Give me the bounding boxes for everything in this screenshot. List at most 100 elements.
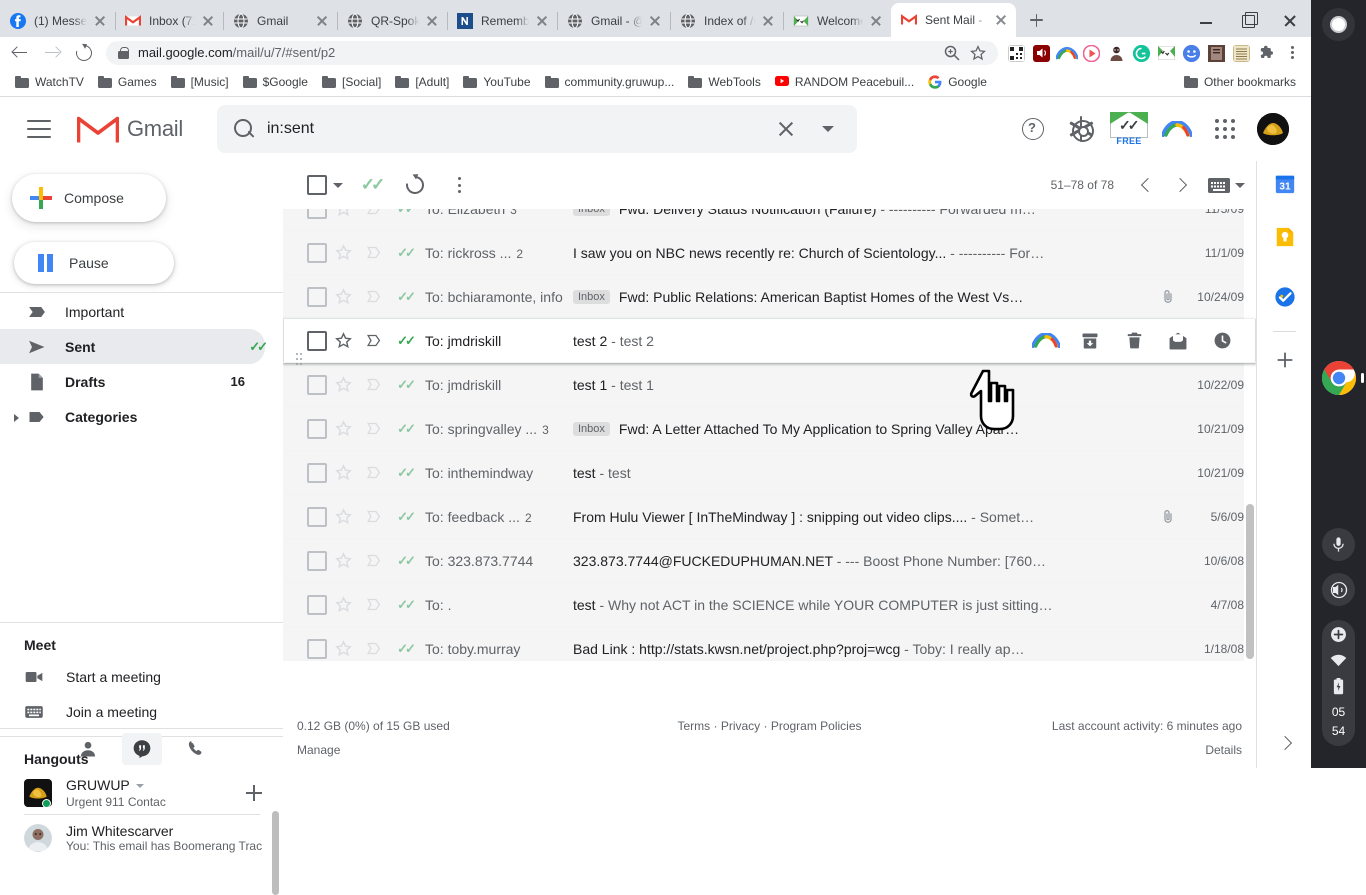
puzzle-icon[interactable] bbox=[1254, 41, 1279, 65]
close-icon[interactable] bbox=[533, 12, 551, 30]
bookmark-item[interactable]: community.gruwup... bbox=[538, 71, 682, 93]
row-checkbox[interactable] bbox=[307, 462, 327, 483]
bookmark-item[interactable]: [Music] bbox=[164, 71, 236, 93]
battery-icon[interactable] bbox=[1333, 678, 1344, 700]
wifi-icon[interactable] bbox=[1330, 654, 1347, 672]
list-scrollbar-thumb[interactable] bbox=[1246, 504, 1254, 659]
boomerang-icon[interactable] bbox=[1024, 321, 1068, 361]
bookmark-star-icon[interactable] bbox=[966, 41, 990, 65]
add-addon-icon[interactable] bbox=[1257, 336, 1312, 384]
notes-icon[interactable] bbox=[1204, 41, 1229, 65]
table-row-hovered[interactable]: ✓✓ To: jmdriskill test 2 - test 2 bbox=[283, 319, 1256, 365]
browser-tab[interactable]: Remember bbox=[447, 4, 557, 37]
hangouts-self-row[interactable]: GRUWUP Urgent 911 Contac bbox=[0, 772, 283, 814]
start-meeting-item[interactable]: Start a meeting bbox=[0, 659, 283, 694]
support-button[interactable]: ? bbox=[1009, 105, 1057, 153]
compose-button[interactable]: Compose bbox=[12, 174, 166, 222]
archive-icon[interactable] bbox=[1068, 321, 1112, 361]
table-row[interactable]: ✓✓ To: feedback ... 2 From Hulu Viewer [ … bbox=[283, 495, 1256, 539]
boomerang-check-icon[interactable]: ✓✓ bbox=[389, 369, 421, 401]
system-tray[interactable]: 05 54 bbox=[1322, 620, 1355, 746]
subject-cell[interactable]: test - Why not ACT in the SCIENCE while … bbox=[573, 597, 1160, 613]
table-row[interactable]: ✓✓ To: springvalley ... 3 Inbox Fwd: A Le… bbox=[283, 407, 1256, 451]
row-checkbox[interactable] bbox=[307, 374, 327, 395]
row-checkbox[interactable] bbox=[307, 209, 327, 219]
table-row[interactable]: ✓✓ To: inthemindway test - test 10/21/09 bbox=[283, 451, 1256, 495]
important-marker-icon[interactable] bbox=[359, 501, 389, 533]
table-row[interactable]: ✓✓ To: jmdriskill test 1 - test 1 10/22/… bbox=[283, 363, 1256, 407]
pause-button[interactable]: Pause bbox=[14, 242, 174, 284]
bookmark-item[interactable]: WatchTV bbox=[8, 71, 91, 93]
microphone-icon[interactable] bbox=[1322, 528, 1355, 561]
join-meeting-item[interactable]: Join a meeting bbox=[0, 694, 283, 729]
delete-icon[interactable] bbox=[1112, 321, 1156, 361]
other-bookmarks-button[interactable]: Other bookmarks bbox=[1177, 71, 1303, 93]
more-options-button[interactable] bbox=[437, 163, 481, 207]
subject-cell[interactable]: From Hulu Viewer [ InTheMindway ] : snip… bbox=[573, 509, 1160, 525]
subject-cell[interactable]: 323.873.7744@FUCKEDUPHUMAN.NET - --- Boo… bbox=[573, 553, 1160, 569]
star-icon[interactable] bbox=[327, 457, 359, 489]
bookmark-item[interactable]: YouTube bbox=[456, 71, 537, 93]
refresh-button[interactable] bbox=[393, 163, 437, 207]
star-icon[interactable] bbox=[327, 369, 359, 401]
close-window-button[interactable] bbox=[1269, 4, 1311, 37]
chevron-down-icon[interactable] bbox=[135, 783, 144, 788]
clipboard-icon[interactable] bbox=[1229, 41, 1254, 65]
input-tools-icon[interactable] bbox=[1208, 177, 1230, 193]
important-marker-icon[interactable] bbox=[359, 589, 389, 621]
search-options-icon[interactable] bbox=[807, 108, 849, 150]
mark-as-read-icon[interactable] bbox=[1156, 321, 1200, 361]
subject-cell[interactable]: test 2 - test 2 bbox=[573, 333, 1024, 349]
star-icon[interactable] bbox=[327, 209, 359, 225]
google-calendar-icon[interactable]: 31 bbox=[1257, 161, 1312, 207]
boomerang-check-icon[interactable]: ✓✓ bbox=[389, 413, 421, 445]
star-icon[interactable] bbox=[327, 633, 359, 662]
star-icon[interactable] bbox=[327, 237, 359, 269]
table-row[interactable]: ✓✓ To: . test - Why not ACT in the SCIEN… bbox=[283, 583, 1256, 627]
boomerang-check-icon[interactable]: ✓✓ bbox=[389, 325, 421, 357]
google-tasks-icon[interactable] bbox=[1257, 267, 1312, 327]
gmail-logo[interactable]: Gmail bbox=[76, 113, 183, 145]
boomerang-button[interactable] bbox=[1153, 105, 1201, 153]
avatar-icon[interactable] bbox=[1104, 41, 1129, 65]
subject-cell[interactable]: Bad Link : http://stats.kwsn.net/project… bbox=[573, 641, 1160, 657]
important-marker-icon[interactable] bbox=[359, 545, 389, 577]
star-icon[interactable] bbox=[327, 501, 359, 533]
add-icon[interactable] bbox=[1330, 626, 1347, 648]
important-marker-icon[interactable] bbox=[359, 633, 389, 662]
table-row[interactable]: ✓✓ To: rickross ... 2 I saw you on NBC ne… bbox=[283, 231, 1256, 275]
important-marker-icon[interactable] bbox=[359, 209, 389, 225]
row-checkbox[interactable] bbox=[307, 242, 327, 263]
boomerang-check-icon[interactable]: ✓✓ bbox=[389, 545, 421, 577]
row-checkbox[interactable] bbox=[307, 418, 327, 439]
subject-cell[interactable]: test 1 - test 1 bbox=[573, 377, 1160, 393]
star-icon[interactable] bbox=[327, 413, 359, 445]
boomerang-check-icon[interactable]: ✓✓ bbox=[389, 457, 421, 489]
close-icon[interactable] bbox=[992, 11, 1010, 29]
important-marker-icon[interactable] bbox=[359, 413, 389, 445]
boomerang-check-icon[interactable]: ✓✓ bbox=[389, 281, 421, 313]
important-marker-icon[interactable] bbox=[359, 369, 389, 401]
bookmark-item[interactable]: Google bbox=[921, 71, 994, 93]
browser-tab[interactable]: Gmail - @W bbox=[557, 4, 670, 37]
subject-cell[interactable]: Inbox Fwd: A Letter Attached To My Appli… bbox=[573, 421, 1160, 437]
expand-side-panel-icon[interactable] bbox=[1257, 726, 1312, 760]
star-icon[interactable] bbox=[327, 281, 359, 313]
browser-tab[interactable]: QR-Spoken- bbox=[337, 4, 447, 37]
close-icon[interactable] bbox=[423, 12, 441, 30]
phone-icon[interactable] bbox=[176, 733, 216, 765]
list-item[interactable]: Jim Whitescarver You: This email has Boo… bbox=[0, 811, 283, 895]
browser-tab-active[interactable]: Sent Mail - bbox=[891, 3, 1016, 37]
new-tab-button[interactable] bbox=[1022, 6, 1050, 34]
accessibility-icon[interactable] bbox=[1322, 573, 1355, 606]
boomerang-check-icon[interactable]: ✓✓ bbox=[389, 209, 421, 225]
row-checkbox[interactable] bbox=[307, 550, 327, 571]
row-checkbox[interactable] bbox=[307, 286, 327, 307]
hangouts-icon[interactable] bbox=[121, 732, 162, 765]
subject-cell[interactable]: Inbox Fwd: Delivery Status Notification … bbox=[573, 209, 1160, 217]
manage-storage-link[interactable]: Manage bbox=[297, 743, 597, 757]
back-button[interactable] bbox=[4, 37, 36, 69]
row-checkbox[interactable] bbox=[307, 506, 327, 527]
close-icon[interactable] bbox=[646, 12, 664, 30]
boomerang-rainbow-icon[interactable] bbox=[1054, 41, 1079, 65]
